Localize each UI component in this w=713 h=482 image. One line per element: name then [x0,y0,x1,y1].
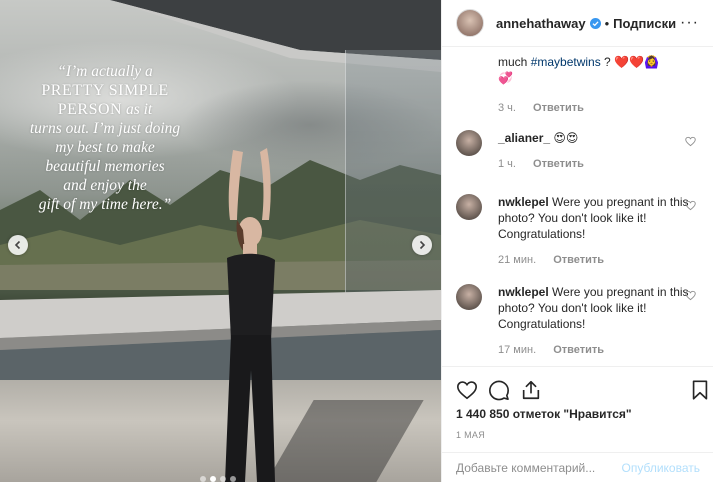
comment-emoji: 💞 [498,71,513,85]
quote-line: PERSON [57,101,123,118]
comment-meta: 1 ч. Ответить [498,156,706,172]
carousel-dot [230,476,236,482]
bookmark-icon[interactable] [689,379,711,401]
comment-meta: 17 мин. Ответить [498,342,706,358]
quote-line: and enjoy the [63,177,147,194]
quote-line: my best to make [55,139,155,156]
post-photo[interactable]: “I’m actually a PRETTY SIMPLE PERSON as … [0,0,441,482]
quote-line: as it [122,101,153,118]
post-header: annehathaway • Подписки ··· [442,0,713,47]
comment-meta: 21 мин. Ответить [498,252,706,268]
publish-button[interactable]: Опубликовать [622,461,700,475]
post-date: 1 МАЯ [456,430,486,440]
heart-icon[interactable] [456,379,478,401]
carousel-prev-button[interactable] [8,235,28,255]
carousel-dot [220,476,226,482]
comment-input[interactable] [456,460,622,475]
photo-person [225,148,275,482]
instagram-post-view: “I’m actually a PRETTY SIMPLE PERSON as … [0,0,713,482]
reply-button[interactable]: Ответить [533,102,584,114]
reply-button[interactable]: Ответить [553,254,604,266]
post-author-username[interactable]: annehathaway [496,16,586,31]
comment-emoji: ❤️❤️🙆‍♀ [614,55,659,69]
like-comment-heart-icon[interactable] [685,290,696,301]
list-item: much #maybetwins ? ❤️❤️🙆‍♀ 💞 3 ч. Ответи… [456,54,706,116]
list-item: nwklepel Were you pregnant in this photo… [456,284,706,358]
avatar[interactable] [456,130,482,156]
comment-time: 17 мин. [498,344,537,356]
hashtag-link[interactable]: #maybetwins [531,55,601,69]
carousel-dot [200,476,206,482]
header-separator: • [604,15,610,31]
list-item: nwklepel Were you pregnant in this photo… [456,194,706,268]
quote-line: beautiful memories [45,158,165,175]
list-item: _alianer_ 😍😍 1 ч. Ответить [456,130,706,172]
like-comment-heart-icon[interactable] [685,136,696,147]
quote-line: gift of my time here.” [38,196,172,213]
comment-text: much [498,55,531,69]
following-button[interactable]: Подписки [613,16,676,31]
avatar[interactable] [456,9,484,37]
comments-list[interactable]: much #maybetwins ? ❤️❤️🙆‍♀ 💞 3 ч. Ответи… [442,48,713,364]
comment-time: 1 ч. [498,158,516,170]
comment-time: 3 ч. [498,102,516,114]
photo-quote: “I’m actually a PRETTY SIMPLE PERSON as … [10,62,200,214]
chevron-left-icon [14,240,21,250]
carousel-next-button[interactable] [412,235,432,255]
comment-username[interactable]: nwklepel [498,195,549,209]
carousel-dot-active [210,476,216,482]
comment-text: ? [600,55,611,69]
comment-time: 21 мин. [498,254,537,266]
reply-button[interactable]: Ответить [533,158,584,170]
share-icon[interactable] [520,379,542,401]
likes-count[interactable]: 1 440 850 отметок "Нравится" [456,407,632,421]
quote-line: PRETTY SIMPLE [41,82,169,99]
comment-composer: Опубликовать [442,452,713,482]
comment-meta: 3 ч. Ответить [498,100,706,116]
chevron-right-icon [419,240,426,250]
comment-icon[interactable] [488,379,510,401]
quote-line: turns out. I’m just doing [29,120,181,137]
more-options-icon[interactable]: ··· [680,14,699,32]
like-comment-heart-icon[interactable] [685,200,696,211]
carousel-indicator [200,476,236,482]
avatar[interactable] [456,284,482,310]
avatar[interactable] [456,194,482,220]
verified-badge-icon [589,17,601,29]
comment-text: 😍😍 [553,131,579,145]
reply-button[interactable]: Ответить [553,344,604,356]
post-side-panel: annehathaway • Подписки ··· much #maybet… [441,0,713,482]
comment-username[interactable]: _alianer_ [498,131,550,145]
quote-line: “I’m actually a [57,63,153,80]
comment-username[interactable]: nwklepel [498,285,549,299]
